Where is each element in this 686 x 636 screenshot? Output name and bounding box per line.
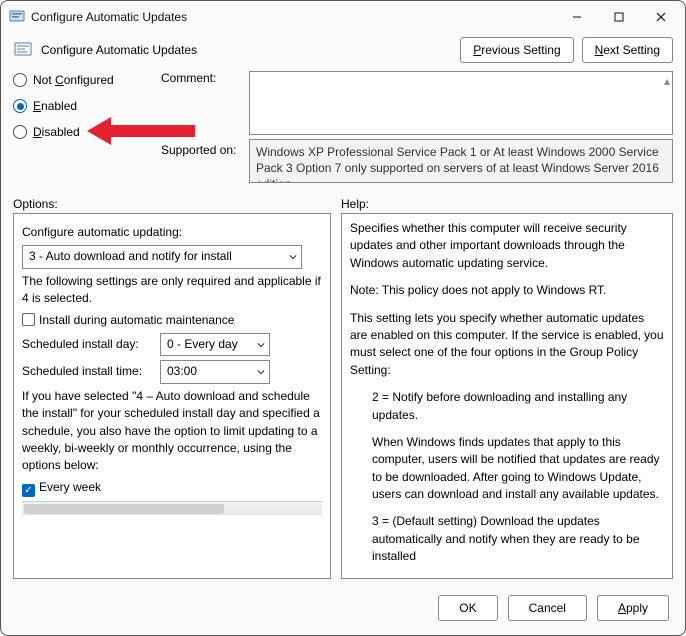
install-time-dropdown[interactable]: 03:00 xyxy=(160,360,270,383)
options-label: Options: xyxy=(13,197,341,211)
radio-icon xyxy=(13,125,27,139)
ok-button[interactable]: OK xyxy=(438,595,497,621)
options-pane[interactable]: Configure automatic updating: 3 - Auto d… xyxy=(13,213,331,579)
update-mode-value: 3 - Auto download and notify for install xyxy=(29,248,232,265)
help-text: 2 = Notify before downloading and instal… xyxy=(350,389,664,424)
every-week-checkbox[interactable]: Every week xyxy=(22,479,322,498)
checkbox-icon xyxy=(22,484,35,497)
options-note: The following settings are only required… xyxy=(22,273,322,308)
update-mode-dropdown[interactable]: 3 - Auto download and notify for install xyxy=(22,245,302,268)
supported-on-text: Windows XP Professional Service Pack 1 o… xyxy=(249,139,673,183)
help-text: 3 = (Default setting) Download the updat… xyxy=(350,513,664,565)
comment-textarea[interactable]: ▴ xyxy=(249,71,673,135)
install-time-value: 03:00 xyxy=(167,363,197,380)
window-title: Configure Automatic Updates xyxy=(31,10,557,24)
chevron-down-icon xyxy=(257,368,265,376)
help-text: Note: This policy does not apply to Wind… xyxy=(350,282,664,299)
install-day-value: 0 - Every day xyxy=(167,336,238,353)
radio-enabled[interactable]: Enabled xyxy=(13,99,153,113)
policy-icon xyxy=(13,40,33,60)
radio-disabled[interactable]: Disabled xyxy=(13,125,153,139)
minimize-button[interactable] xyxy=(557,3,597,31)
next-setting-button[interactable]: Next Setting xyxy=(582,37,673,63)
help-text: This setting lets you specify whether au… xyxy=(350,310,664,380)
install-day-dropdown[interactable]: 0 - Every day xyxy=(160,333,270,356)
options-heading: Configure automatic updating: xyxy=(22,224,322,241)
horizontal-scrollbar[interactable] xyxy=(22,501,322,515)
schedule-note: If you have selected "4 – Auto download … xyxy=(22,388,322,475)
previous-setting-button[interactable]: Previous Setting xyxy=(460,37,573,63)
radio-icon xyxy=(13,73,27,87)
policy-title: Configure Automatic Updates xyxy=(41,43,452,57)
comment-label: Comment: xyxy=(161,71,241,85)
install-time-label: Scheduled install time: xyxy=(22,363,152,380)
checkbox-icon xyxy=(22,313,35,326)
help-text: Specifies whether this computer will rec… xyxy=(350,220,664,272)
supported-on-label: Supported on: xyxy=(161,139,241,157)
help-label: Help: xyxy=(341,197,369,211)
apply-button[interactable]: Apply xyxy=(597,595,669,621)
app-icon xyxy=(9,9,25,25)
titlebar: Configure Automatic Updates xyxy=(1,1,685,33)
help-text: Windows finds updates that apply to the … xyxy=(350,576,664,579)
chevron-down-icon xyxy=(257,341,265,349)
chevron-down-icon xyxy=(289,253,297,261)
install-maintenance-checkbox[interactable]: Install during automatic maintenance xyxy=(22,312,322,329)
radio-icon xyxy=(13,99,27,113)
help-pane[interactable]: Specifies whether this computer will rec… xyxy=(341,213,673,579)
radio-not-configured[interactable]: Not Configured xyxy=(13,73,153,87)
close-button[interactable] xyxy=(641,3,681,31)
scroll-up-icon: ▴ xyxy=(664,74,670,88)
install-day-label: Scheduled install day: xyxy=(22,336,152,353)
help-text: When Windows finds updates that apply to… xyxy=(350,434,664,504)
maximize-button[interactable] xyxy=(599,3,639,31)
cancel-button[interactable]: Cancel xyxy=(508,595,587,621)
